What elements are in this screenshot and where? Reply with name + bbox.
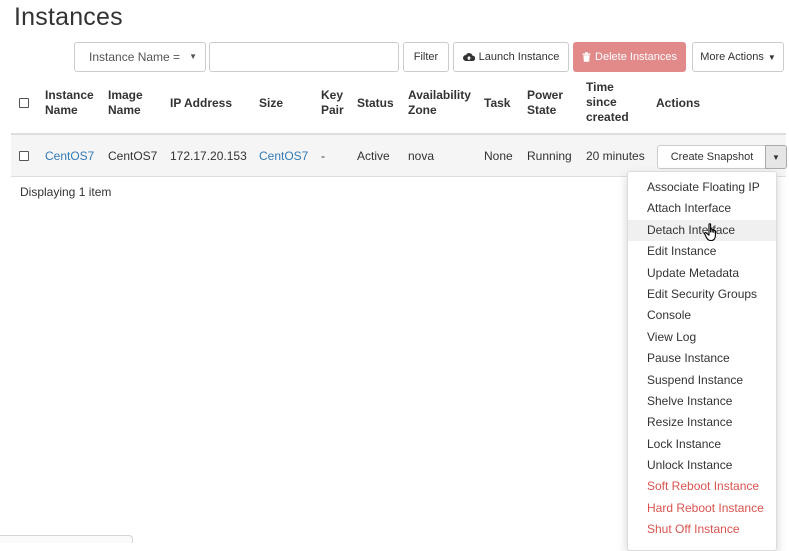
menu-item-view-log[interactable]: View Log [628,327,776,348]
menu-item-suspend-instance[interactable]: Suspend Instance [628,370,776,391]
launch-instance-button[interactable]: Launch Instance [453,42,569,72]
create-snapshot-button[interactable]: Create Snapshot [657,145,767,169]
menu-item-hard-reboot-instance[interactable]: Hard Reboot Instance [628,498,776,519]
header-power-state[interactable]: Power State [527,88,563,118]
header-key-pair[interactable]: Key Pair [321,88,344,118]
key-pair-cell: - [321,149,325,163]
launch-instance-label: Launch Instance [478,51,560,63]
menu-item-pause-instance[interactable]: Pause Instance [628,348,776,369]
menu-item-lock-instance[interactable]: Lock Instance [628,434,776,455]
caret-down-icon: ▼ [767,52,776,62]
more-actions-label: More Actions [700,51,764,63]
cloud-upload-icon [462,53,475,61]
menu-item-console[interactable]: Console [628,305,776,326]
row-actions-toggle[interactable]: ▼ [765,145,787,169]
menu-item-edit-security-groups[interactable]: Edit Security Groups [628,284,776,305]
delete-instances-button[interactable]: Delete Instances [573,42,686,72]
header-actions: Actions [656,96,701,110]
header-size[interactable]: Size [259,96,283,111]
row-checkbox[interactable] [19,151,29,161]
header-task[interactable]: Task [484,96,510,111]
table-summary: Displaying 1 item [20,185,112,199]
menu-item-shut-off-instance[interactable]: Shut Off Instance [628,519,776,540]
header-ip-address[interactable]: IP Address [170,96,232,111]
availability-zone-cell: nova [408,149,435,163]
time-since-created-cell: 20 minutes [586,149,645,163]
menu-item-edit-instance[interactable]: Edit Instance [628,241,776,262]
header-instance-name[interactable]: Instance Name [45,88,94,118]
ip-address-cell: 172.17.20.153 [170,149,247,163]
filter-field-select[interactable]: Instance Name = ▼ [74,42,206,72]
more-actions-button[interactable]: More Actions ▼ [692,42,784,72]
page-title: Instances [14,3,123,31]
filter-button-label: Filter [413,51,439,63]
caret-down-icon: ▼ [772,152,780,162]
trash-icon [582,52,591,62]
menu-item-detach-interface[interactable]: Detach Interface [628,219,776,242]
table-header: Instance Name Image Name IP Address Size K… [11,80,786,135]
hand-pointer-icon [703,223,716,242]
size-link[interactable]: CentOS7 [259,149,308,163]
menu-item-resize-instance[interactable]: Resize Instance [628,412,776,433]
menu-item-unlock-instance[interactable]: Unlock Instance [628,455,776,476]
menu-item-attach-interface[interactable]: Attach Interface [628,198,776,219]
menu-item-soft-reboot-instance[interactable]: Soft Reboot Instance [628,476,776,497]
power-state-cell: Running [527,149,572,163]
task-cell: None [484,149,513,163]
delete-instances-label: Delete Instances [595,51,677,63]
menu-item-associate-floating-ip[interactable]: Associate Floating IP [628,177,776,198]
menu-item-update-metadata[interactable]: Update Metadata [628,263,776,284]
header-status[interactable]: Status [357,96,394,111]
select-caret-icon: ▼ [189,52,197,61]
row-actions-menu: Associate Floating IP Attach Interface Det… [627,171,777,551]
filter-button[interactable]: Filter [403,42,449,72]
status-cell: Active [357,149,390,163]
header-image-name[interactable]: Image Name [108,88,143,118]
select-all-checkbox[interactable] [19,98,29,108]
image-name-cell: CentOS7 [108,149,158,163]
header-time-since-created[interactable]: Time since created [586,80,629,125]
instance-name-link[interactable]: CentOS7 [45,149,94,163]
header-availability-zone[interactable]: Availability Zone [408,88,471,118]
menu-item-shelve-instance[interactable]: Shelve Instance [628,391,776,412]
filter-field-label: Instance Name = [89,50,181,64]
filter-input[interactable] [209,42,399,72]
